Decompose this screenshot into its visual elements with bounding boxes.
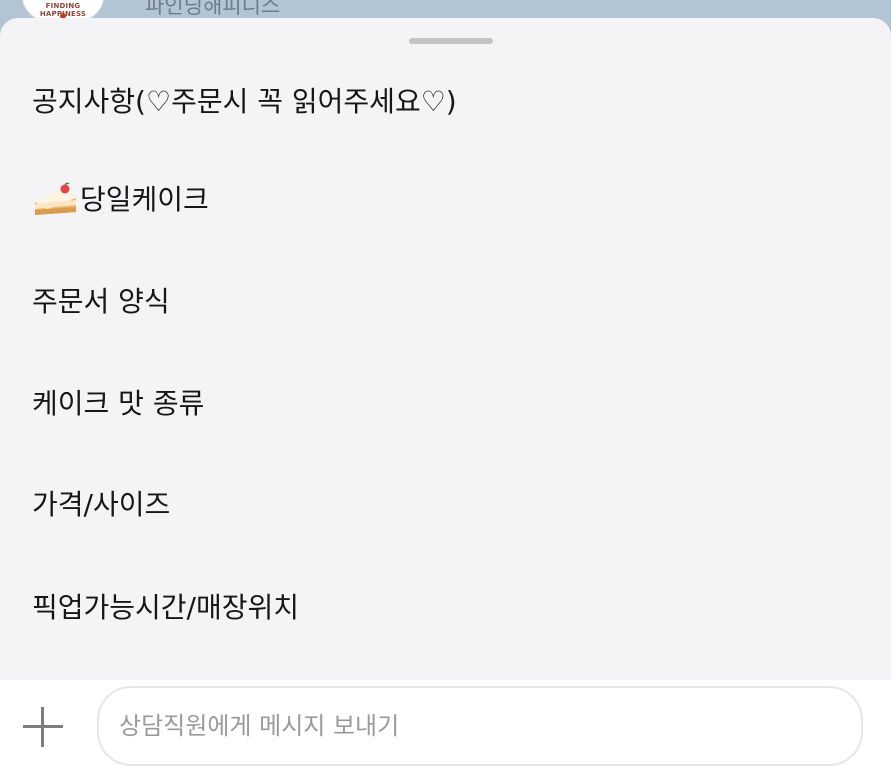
menu-item-label: 공지사항(♡주문시 꼭 읽어주세요♡) (32, 85, 457, 118)
channel-name: 파인딩해피니스 (145, 0, 281, 18)
plus-icon[interactable] (20, 704, 66, 750)
cake-slice-icon (32, 182, 78, 218)
menu-item-pickup-location[interactable]: 픽업가능시간/매장위치 (32, 590, 299, 626)
menu-sheet: 공지사항(♡주문시 꼭 읽어주세요♡) 당일케이크 주문서 양식 케이크 맛 종… (0, 18, 891, 680)
menu-item-label: 케이크 맛 종류 (32, 387, 205, 420)
menu-item-price-size[interactable]: 가격/사이즈 (32, 487, 170, 523)
drag-handle[interactable] (409, 38, 493, 44)
menu-item-cake-flavors[interactable]: 케이크 맛 종류 (32, 386, 204, 422)
message-input[interactable] (97, 686, 863, 766)
menu-item-label: 픽업가능시간/매장위치 (32, 591, 300, 624)
menu-item-label: 주문서 양식 (32, 285, 170, 318)
menu-item-label: 가격/사이즈 (32, 488, 171, 521)
menu-item-same-day-cake[interactable]: 당일케이크 (32, 182, 209, 218)
menu-item-notice[interactable]: 공지사항(♡주문시 꼭 읽어주세요♡) (32, 84, 457, 120)
menu-item-order-form[interactable]: 주문서 양식 (32, 284, 170, 320)
message-composer (0, 680, 891, 780)
menu-item-label: 당일케이크 (80, 183, 209, 216)
